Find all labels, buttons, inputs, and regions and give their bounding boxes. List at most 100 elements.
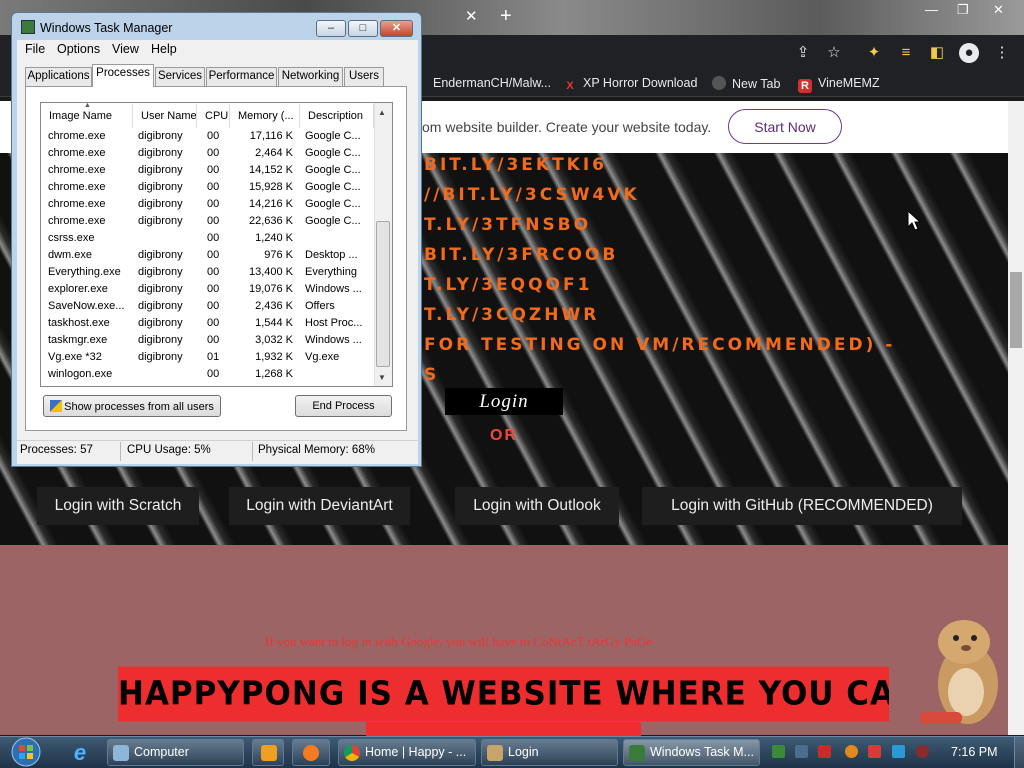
taskbar-chrome-happy[interactable]: Home | Happy - ... <box>338 739 476 766</box>
page-scroll-thumb[interactable] <box>1010 272 1022 348</box>
show-all-processes-button[interactable]: Show processes from all users <box>43 395 221 417</box>
tm-minimize-button[interactable]: – <box>316 20 346 37</box>
process-row[interactable]: taskhost.exe digibrony 00 1,544 K Host Proc.… <box>41 315 374 332</box>
bookmark-xp-horror[interactable]: X XP Horror Download <box>563 76 697 93</box>
bookmark-endermanch[interactable]: EndermanCH/Malw... <box>433 76 551 90</box>
ad-text: om website builder. Create your website … <box>422 119 712 135</box>
show-desktop-button[interactable] <box>1014 737 1024 768</box>
process-row[interactable]: explorer.exe digibrony 00 19,076 K Windows .… <box>41 281 374 298</box>
process-desc: Google C... <box>305 198 361 210</box>
new-tab-icon[interactable]: + <box>500 5 512 28</box>
hero-link[interactable]: T.LY/3EQQOF1 <box>424 275 592 295</box>
column-cpu[interactable]: CPU <box>197 104 230 128</box>
tm-close-button[interactable]: ✕ <box>380 20 413 37</box>
tab-services[interactable]: Services <box>155 67 205 86</box>
process-row[interactable]: chrome.exe digibrony 00 14,152 K Google C... <box>41 162 374 179</box>
profile-avatar-icon[interactable]: ● <box>959 43 979 63</box>
tm-maximize-button[interactable]: □ <box>348 20 378 37</box>
column-memory[interactable]: Memory (... <box>230 104 300 128</box>
tray-speaker-icon[interactable] <box>916 745 929 758</box>
r-logo-icon: R <box>798 79 812 93</box>
menu-view[interactable]: View <box>112 42 139 56</box>
start-now-button[interactable]: Start Now <box>728 109 842 144</box>
google-login-note: If you want to log in with Google, you w… <box>265 634 653 649</box>
taskbar-task-manager[interactable]: Windows Task M... <box>623 739 760 766</box>
internet-explorer-icon[interactable]: e <box>66 740 94 765</box>
process-cpu: 00 <box>207 164 220 176</box>
window-restore-icon[interactable]: ❐ <box>957 2 969 18</box>
media-queue-icon[interactable]: ≡ <box>896 43 916 63</box>
login-outlook-button[interactable]: Login with Outlook <box>455 487 619 525</box>
uac-shield-icon <box>50 399 63 412</box>
hero-link[interactable]: T.LY/3CQZHWR <box>424 305 599 325</box>
process-image: taskhost.exe <box>48 317 110 329</box>
login-deviantart-button[interactable]: Login with DeviantArt <box>229 487 410 525</box>
process-list-scroll-thumb[interactable] <box>376 221 390 367</box>
hero-link[interactable]: T.LY/3TFNSBO <box>424 215 591 235</box>
tray-flag-icon[interactable] <box>868 745 881 758</box>
process-row[interactable]: Vg.exe *32 digibrony 01 1,932 K Vg.exe <box>41 349 374 366</box>
process-row[interactable]: csrss.exe 00 1,240 K <box>41 230 374 247</box>
hero-link[interactable]: BIT.LY/3EKTKI6 <box>424 155 607 175</box>
side-panel-icon[interactable]: ◧ <box>927 43 947 63</box>
process-user: digibrony <box>138 181 183 193</box>
page-scrollbar[interactable] <box>1008 101 1024 735</box>
menu-file[interactable]: File <box>25 42 45 56</box>
start-orb-icon[interactable] <box>8 736 44 768</box>
tray-monitor-icon[interactable] <box>892 745 905 758</box>
process-desc: Windows ... <box>305 334 362 346</box>
process-mem: 3,032 K <box>255 334 293 346</box>
process-row[interactable]: taskmgr.exe digibrony 00 3,032 K Windows ... <box>41 332 374 349</box>
column-user-name[interactable]: User Name <box>133 104 197 128</box>
process-row[interactable]: chrome.exe digibrony 00 15,928 K Google C... <box>41 179 374 196</box>
bookmark-new-tab[interactable]: New Tab <box>712 76 780 91</box>
process-row[interactable]: Everything.exe digibrony 00 13,400 K Everyth… <box>41 264 374 281</box>
tray-grid-icon[interactable] <box>795 745 808 758</box>
tab-applications[interactable]: Applications <box>25 67 92 86</box>
tab-performance[interactable]: Performance <box>206 67 277 86</box>
tab-processes[interactable]: Processes <box>92 64 154 87</box>
process-row[interactable]: chrome.exe digibrony 00 14,216 K Google C... <box>41 196 374 213</box>
taskbar-computer[interactable]: Computer <box>107 739 244 766</box>
process-image: Everything.exe <box>48 266 121 278</box>
browser-menu-icon[interactable]: ⋮ <box>992 43 1012 63</box>
tab-close-icon[interactable]: ✕ <box>465 7 478 25</box>
menu-options[interactable]: Options <box>57 42 100 56</box>
end-process-button[interactable]: End Process <box>295 395 392 417</box>
process-mem: 14,216 K <box>248 198 293 210</box>
process-row[interactable]: dwm.exe digibrony 00 976 K Desktop ... <box>41 247 374 264</box>
tray-v-icon[interactable] <box>818 745 831 758</box>
taskbar-media-player[interactable] <box>252 739 284 766</box>
menu-help[interactable]: Help <box>151 42 177 56</box>
process-mem: 976 K <box>264 249 293 261</box>
scroll-down-icon[interactable]: ▼ <box>378 373 386 382</box>
process-row[interactable]: chrome.exe digibrony 00 22,636 K Google C... <box>41 213 374 230</box>
login-scratch-button[interactable]: Login with Scratch <box>37 487 199 525</box>
bookmark-vinememz[interactable]: R VineMEMZ <box>798 76 880 93</box>
process-user: digibrony <box>138 283 183 295</box>
share-icon[interactable]: ⇪ <box>793 43 813 63</box>
taskbar-clock[interactable]: 7:16 PM <box>951 745 998 759</box>
login-github-button[interactable]: Login with GitHub (RECOMMENDED) <box>642 487 962 525</box>
hero-note: FOR TESTING ON VM/RECOMMENDED) - <box>424 335 896 355</box>
process-row[interactable]: chrome.exe digibrony 00 2,464 K Google C... <box>41 145 374 162</box>
hero-link[interactable]: //BIT.LY/3CSW4VK <box>424 185 640 205</box>
scroll-up-icon[interactable]: ▲ <box>378 108 386 117</box>
process-row[interactable]: winlogon.exe 00 1,268 K <box>41 366 374 383</box>
window-close-icon[interactable]: ✕ <box>993 2 1004 18</box>
tab-users[interactable]: Users <box>344 67 384 86</box>
window-minimize-icon[interactable]: — <box>925 2 938 17</box>
process-row[interactable]: chrome.exe digibrony 00 17,116 K Google C... <box>41 128 374 145</box>
hero-link[interactable]: BIT.LY/3FRCOOB <box>424 245 618 265</box>
taskbar-login[interactable]: Login <box>481 739 618 766</box>
process-image: chrome.exe <box>48 147 106 159</box>
taskbar-paint[interactable] <box>292 739 330 766</box>
tray-search-icon[interactable] <box>845 745 858 758</box>
process-row[interactable]: SaveNow.exe... digibrony 00 2,436 K Offers <box>41 298 374 315</box>
tab-networking[interactable]: Networking <box>278 67 343 86</box>
column-description[interactable]: Description <box>300 104 374 128</box>
process-cpu: 01 <box>207 351 220 363</box>
tray-green-icon[interactable] <box>772 745 785 758</box>
extension-icon[interactable]: ✦ <box>864 43 884 63</box>
bookmark-star-icon[interactable]: ☆ <box>824 43 844 63</box>
